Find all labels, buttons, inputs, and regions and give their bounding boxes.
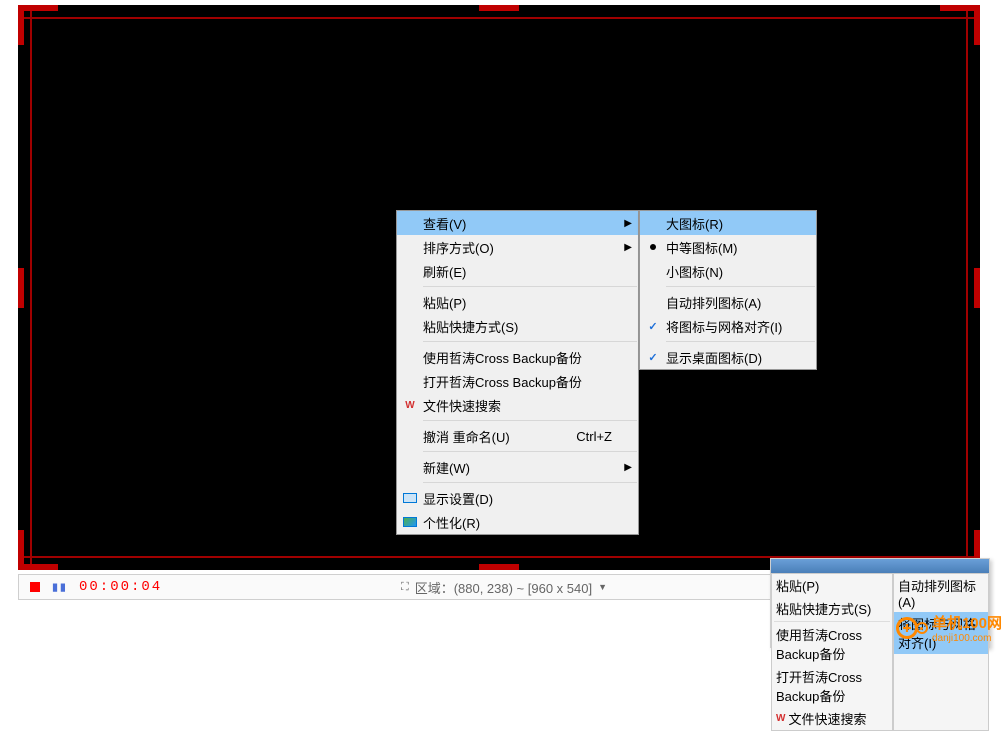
menu-view[interactable]: 查看(V) ▶: [397, 211, 638, 235]
submenu-large-label: 大图标(R): [666, 214, 796, 233]
menu-new[interactable]: 新建(W) ▶: [397, 455, 638, 479]
menu-personalize-label: 个性化(R): [423, 513, 618, 532]
wps-icon: W: [405, 400, 414, 411]
menu-filesearch[interactable]: W 文件快速搜索: [397, 393, 638, 417]
menu-view-label: 查看(V): [423, 214, 618, 233]
record-button[interactable]: [25, 578, 45, 596]
menu-backup-open[interactable]: 打开哲涛Cross Backup备份: [397, 369, 638, 393]
thumb-filesearch[interactable]: W文件快速搜索: [772, 707, 892, 730]
wps-icon: W: [776, 713, 785, 724]
submenu-align-grid-label: 将图标与网格对齐(I): [666, 317, 796, 336]
dropdown-icon[interactable]: ▼: [598, 582, 607, 592]
submenu-align-grid[interactable]: ✓ 将图标与网格对齐(I): [640, 314, 816, 338]
thumbnail-menu-right: 自动排列图标(A) 将图标与网格对齐(I): [893, 573, 989, 731]
menu-backup-use[interactable]: 使用哲涛Cross Backup备份: [397, 345, 638, 369]
menu-undo[interactable]: 撤消 重命名(U)Ctrl+Z: [397, 424, 638, 448]
handle-bottom[interactable]: [479, 564, 519, 570]
menu-undo-shortcut: Ctrl+Z: [576, 429, 618, 444]
corner-tl[interactable]: [18, 5, 24, 45]
frame-right: [966, 5, 968, 570]
corner-bl[interactable]: [18, 564, 58, 570]
submenu-arrow-icon: ▶: [624, 462, 632, 473]
region-info: 区域：(880, 238) ~ [960 x 540]: [415, 578, 592, 597]
menu-separator: [666, 286, 815, 287]
menu-paste[interactable]: 粘贴(P): [397, 290, 638, 314]
capture-area: 查看(V) ▶ 排序方式(O) ▶ 刷新(E) 粘贴(P) 粘贴快捷方式(S) 使用…: [18, 5, 980, 570]
record-icon: [30, 582, 40, 592]
menu-undo-label: 撤消 重命名(U): [423, 427, 576, 446]
logo-icon: ✚: [896, 617, 928, 639]
thumbnail-titlebar[interactable]: [771, 559, 989, 573]
submenu-small-label: 小图标(N): [666, 262, 796, 281]
submenu-medium-icons[interactable]: 中等图标(M): [640, 235, 816, 259]
menu-separator: [423, 451, 637, 452]
thumb-backup2[interactable]: 打开哲涛Cross Backup备份: [772, 665, 892, 707]
corner-tr[interactable]: [974, 5, 980, 45]
handle-top[interactable]: [479, 5, 519, 11]
frame-left: [30, 5, 32, 570]
submenu-small-icons[interactable]: 小图标(N): [640, 259, 816, 283]
menu-paste-label: 粘贴(P): [423, 293, 618, 312]
monitor-icon: [403, 493, 417, 503]
menu-paste-shortcut[interactable]: 粘贴快捷方式(S): [397, 314, 638, 338]
submenu-large-icons[interactable]: 大图标(R): [640, 211, 816, 235]
submenu-auto-arrange[interactable]: 自动排列图标(A): [640, 290, 816, 314]
view-submenu: 大图标(R) 中等图标(M) 小图标(N) 自动排列图标(A) ✓ 将图标与网格对…: [639, 210, 817, 370]
menu-display-label: 显示设置(D): [423, 489, 618, 508]
menu-separator: [423, 341, 637, 342]
thumb-auto-arrange[interactable]: 自动排列图标(A): [894, 574, 988, 612]
submenu-show-desktop[interactable]: ✓ 显示桌面图标(D): [640, 345, 816, 369]
thumb-backup1[interactable]: 使用哲涛Cross Backup备份: [772, 623, 892, 665]
pause-icon: ▮▮: [51, 580, 67, 595]
submenu-medium-label: 中等图标(M): [666, 238, 796, 257]
menu-refresh-label: 刷新(E): [423, 262, 618, 281]
frame-top: [18, 17, 980, 19]
thumbnail-menu-left: 粘贴(P) 粘贴快捷方式(S) 使用哲涛Cross Backup备份 打开哲涛C…: [771, 573, 893, 731]
radio-dot-icon: [650, 244, 656, 250]
fullscreen-icon[interactable]: ⛶: [401, 581, 409, 594]
menu-filesearch-label: 文件快速搜索: [423, 396, 618, 415]
menu-sort[interactable]: 排序方式(O) ▶: [397, 235, 638, 259]
handle-right[interactable]: [974, 268, 980, 308]
watermark: ✚ 单机100网 danji100.com: [896, 612, 1002, 644]
check-icon: ✓: [648, 320, 657, 333]
menu-separator: [423, 420, 637, 421]
corner-bl[interactable]: [18, 530, 24, 570]
timer-display: 00:00:04: [79, 579, 162, 595]
menu-separator: [666, 341, 815, 342]
menu-paste-shortcut-label: 粘贴快捷方式(S): [423, 317, 618, 336]
pause-button[interactable]: ▮▮: [49, 578, 69, 596]
menu-personalize[interactable]: 个性化(R): [397, 510, 638, 534]
submenu-show-desktop-label: 显示桌面图标(D): [666, 348, 796, 367]
thumb-paste-shortcut[interactable]: 粘贴快捷方式(S): [772, 597, 892, 620]
menu-separator: [423, 482, 637, 483]
handle-left[interactable]: [18, 268, 24, 308]
thumb-paste[interactable]: 粘贴(P): [772, 574, 892, 597]
submenu-arrow-icon: ▶: [624, 242, 632, 253]
watermark-title: 单机100网: [932, 612, 1002, 633]
corner-tl[interactable]: [18, 5, 58, 11]
menu-backup-open-label: 打开哲涛Cross Backup备份: [423, 372, 618, 391]
menu-refresh[interactable]: 刷新(E): [397, 259, 638, 283]
menu-separator: [423, 286, 637, 287]
submenu-auto-arrange-label: 自动排列图标(A): [666, 293, 796, 312]
context-menu: 查看(V) ▶ 排序方式(O) ▶ 刷新(E) 粘贴(P) 粘贴快捷方式(S) 使用…: [396, 210, 639, 535]
menu-sort-label: 排序方式(O): [423, 238, 618, 257]
watermark-url: danji100.com: [932, 633, 1002, 644]
menu-display-settings[interactable]: 显示设置(D): [397, 486, 638, 510]
menu-separator: [774, 621, 890, 622]
menu-new-label: 新建(W): [423, 458, 618, 477]
submenu-arrow-icon: ▶: [624, 218, 632, 229]
menu-backup-use-label: 使用哲涛Cross Backup备份: [423, 348, 618, 367]
personalize-icon: [403, 517, 417, 527]
check-icon: ✓: [648, 351, 657, 364]
